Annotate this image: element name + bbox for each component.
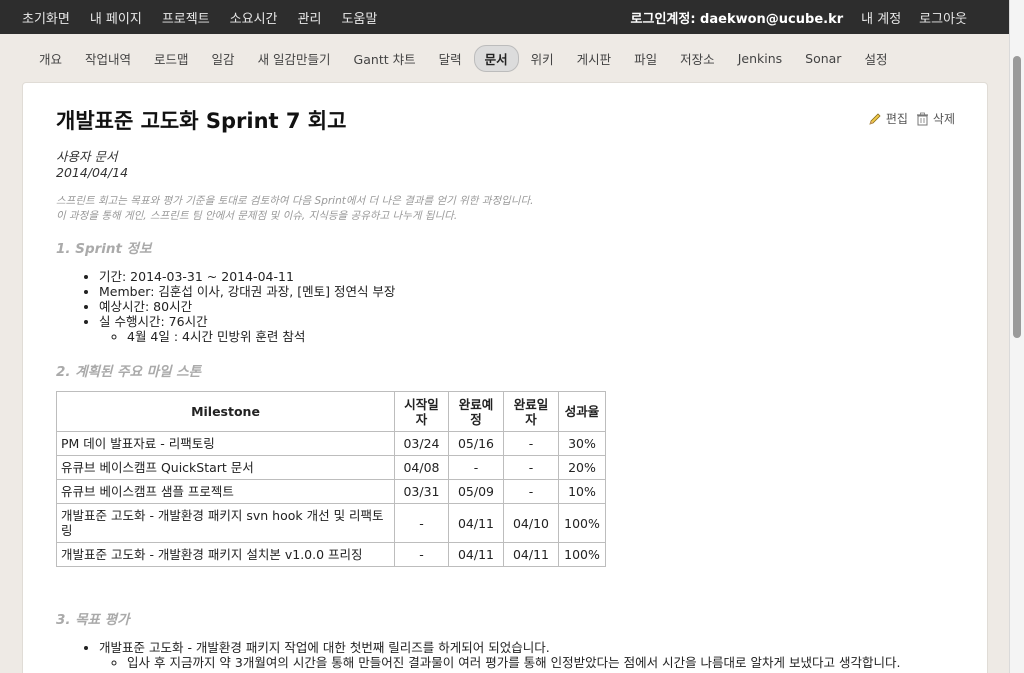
cell-planned: 04/11 xyxy=(448,503,504,543)
table-row: 유큐브 베이스캠프 QuickStart 문서 04/08 - - 20% xyxy=(56,455,606,480)
vertical-scrollbar[interactable] xyxy=(1009,0,1024,673)
intro-line: 이 과정을 통해 게인, 스프린트 팀 안에서 문제점 및 이슈, 지식등을 공… xyxy=(56,210,458,222)
col-start-date: 시작일 자 xyxy=(394,391,449,432)
login-account-label: 로그인계정: daekwon@ucube.kr xyxy=(630,11,844,27)
info-estimated-hours: 예상시간: 80시간 xyxy=(99,299,395,314)
cell-milestone: 개발표준 고도화 - 개발환경 패키지 설치본 v1.0.0 프리징 xyxy=(56,542,395,567)
table-row: 개발표준 고도화 - 개발환경 패키지 설치본 v1.0.0 프리징 - 04/… xyxy=(56,542,606,567)
tab-boards[interactable]: 게시판 xyxy=(566,45,623,72)
section-heading-milestones: 2. 계획된 주요 마일 스톤 xyxy=(56,364,202,380)
top-menu-home[interactable]: 초기화면 xyxy=(22,8,70,27)
tab-sonar[interactable]: Sonar xyxy=(794,47,852,70)
col-milestone: Milestone xyxy=(56,391,395,432)
my-account-link[interactable]: 내 계정 xyxy=(861,8,901,27)
tab-jenkins[interactable]: Jenkins xyxy=(727,47,793,70)
cell-actual: - xyxy=(503,479,559,504)
info-period: 기간: 2014-03-31 ~ 2014-04-11 xyxy=(99,269,395,284)
info-sub-item: 4월 4일 : 4시간 민방위 훈련 참석 xyxy=(127,329,395,344)
info-actual-hours: 실 수행시간: 76시간 4월 4일 : 4시간 민방위 훈련 참석 xyxy=(99,314,395,344)
cell-start: - xyxy=(394,542,449,567)
top-menu-my-page[interactable]: 내 페이지 xyxy=(90,8,142,27)
pencil-icon xyxy=(869,112,881,125)
table-row: 개발표준 고도화 - 개발환경 패키지 svn hook 개선 및 리팩토링 -… xyxy=(56,503,606,543)
document-content: 개발표준 고도화 Sprint 7 회고 편집 삭제 사용자 문서 2014/0… xyxy=(22,82,988,673)
tab-gantt[interactable]: Gantt 챠트 xyxy=(343,45,427,72)
cell-start: 03/31 xyxy=(394,479,449,504)
intro-line: 스프린트 회고는 목표와 평가 기준을 토대로 검토하여 다음 Sprint에서… xyxy=(56,195,534,207)
top-navigation-bar: 초기화면 내 페이지 프로젝트 소요시간 관리 도움말 로그인계정: daekw… xyxy=(0,0,1009,34)
edit-label: 편집 xyxy=(885,112,908,126)
project-tabs: 개요 작업내역 로드맵 일감 새 일감만들기 Gantt 챠트 달력 문서 위키… xyxy=(0,34,1009,82)
info-members: Member: 김훈섭 이사, 강대권 과장, [멘토] 정연식 부장 xyxy=(99,284,395,299)
cell-start: 03/24 xyxy=(394,431,449,456)
tab-new-issue[interactable]: 새 일감만들기 xyxy=(247,45,342,72)
col-planned-end: 완료예 정 xyxy=(448,391,504,432)
table-header-row: Milestone 시작일 자 완료예 정 완료일 자 성과율 xyxy=(56,391,606,432)
sprint-info-list: 기간: 2014-03-31 ~ 2014-04-11 Member: 김훈섭 … xyxy=(99,269,395,344)
tab-documents[interactable]: 문서 xyxy=(473,44,519,72)
milestone-table: Milestone 시작일 자 완료예 정 완료일 자 성과율 PM 데이 발표자료 … xyxy=(56,391,606,567)
cell-milestone: PM 데이 발표자료 - 리팩토링 xyxy=(56,431,395,456)
tab-overview[interactable]: 개요 xyxy=(28,45,73,72)
top-menu-admin[interactable]: 관리 xyxy=(298,8,322,27)
col-actual-end: 완료일 자 xyxy=(503,391,559,432)
cell-start: - xyxy=(394,503,449,543)
page-title: 개발표준 고도화 Sprint 7 회고 xyxy=(56,109,347,133)
goal-list: 개발표준 고도화 - 개발환경 패키지 작업에 대한 첫번째 릴리즈를 하게되어… xyxy=(99,640,900,670)
cell-planned: 05/16 xyxy=(448,431,504,456)
cell-rate: 30% xyxy=(558,431,606,456)
account-menu: 로그인계정: daekwon@ucube.kr 내 계정 로그아웃 xyxy=(613,8,1009,27)
tab-repository[interactable]: 저장소 xyxy=(669,45,726,72)
edit-button[interactable]: 편집 xyxy=(868,110,908,127)
document-date: 2014/04/14 xyxy=(56,165,129,180)
cell-planned: 05/09 xyxy=(448,479,504,504)
tab-files[interactable]: 파일 xyxy=(623,45,668,72)
cell-rate: 100% xyxy=(558,503,606,543)
cell-actual: - xyxy=(503,431,559,456)
cell-rate: 10% xyxy=(558,479,606,504)
delete-label: 삭제 xyxy=(932,112,955,126)
delete-button[interactable]: 삭제 xyxy=(916,110,955,127)
cell-start: 04/08 xyxy=(394,455,449,480)
top-menu-help[interactable]: 도움말 xyxy=(341,8,377,27)
cell-actual: 04/11 xyxy=(503,542,559,567)
top-menu-time-spent[interactable]: 소요시간 xyxy=(230,8,278,27)
cell-rate: 100% xyxy=(558,542,606,567)
tab-issues[interactable]: 일감 xyxy=(201,45,246,72)
cell-planned: - xyxy=(448,455,504,480)
cell-milestone: 개발표준 고도화 - 개발환경 패키지 svn hook 개선 및 리팩토링 xyxy=(56,503,395,543)
intro-text: 스프린트 회고는 목표와 평가 기준을 토대로 검토하여 다음 Sprint에서… xyxy=(56,194,533,224)
logout-link[interactable]: 로그아웃 xyxy=(919,8,967,27)
trash-icon xyxy=(916,112,928,125)
goal-sublist: 입사 후 지금까지 약 3개월여의 시간을 통해 만들어진 결과물이 여러 평가… xyxy=(127,655,900,670)
document-meta: 사용자 문서 2014/04/14 xyxy=(56,149,128,181)
goal-sub-item: 입사 후 지금까지 약 3개월여의 시간을 통해 만들어진 결과물이 여러 평가… xyxy=(127,655,900,670)
col-achievement: 성과율 xyxy=(558,391,606,432)
tab-wiki[interactable]: 위키 xyxy=(520,45,565,72)
table-row: PM 데이 발표자료 - 리팩토링 03/24 05/16 - 30% xyxy=(56,431,606,456)
cell-actual: 04/10 xyxy=(503,503,559,543)
scrollbar-thumb[interactable] xyxy=(1013,56,1021,338)
section-heading-sprint-info: 1. Sprint 정보 xyxy=(56,241,152,257)
info-sublist: 4월 4일 : 4시간 민방위 훈련 참석 xyxy=(127,329,395,344)
cell-milestone: 유큐브 베이스캠프 QuickStart 문서 xyxy=(56,455,395,480)
tab-activity[interactable]: 작업내역 xyxy=(74,45,142,72)
document-actions: 편집 삭제 xyxy=(860,110,955,127)
document-category: 사용자 문서 xyxy=(56,149,118,164)
table-row: 유큐브 베이스캠프 샘플 프로젝트 03/31 05/09 - 10% xyxy=(56,479,606,504)
cell-milestone: 유큐브 베이스캠프 샘플 프로젝트 xyxy=(56,479,395,504)
tab-roadmap[interactable]: 로드맵 xyxy=(143,45,200,72)
top-menu: 초기화면 내 페이지 프로젝트 소요시간 관리 도움말 xyxy=(0,8,397,27)
tab-settings[interactable]: 설정 xyxy=(853,45,898,72)
top-menu-projects[interactable]: 프로젝트 xyxy=(162,8,210,27)
cell-rate: 20% xyxy=(558,455,606,480)
goal-item: 개발표준 고도화 - 개발환경 패키지 작업에 대한 첫번째 릴리즈를 하게되어… xyxy=(99,640,900,670)
tab-calendar[interactable]: 달력 xyxy=(428,45,473,72)
section-heading-goal-evaluation: 3. 목표 평가 xyxy=(56,612,130,628)
cell-actual: - xyxy=(503,455,559,480)
cell-planned: 04/11 xyxy=(448,542,504,567)
